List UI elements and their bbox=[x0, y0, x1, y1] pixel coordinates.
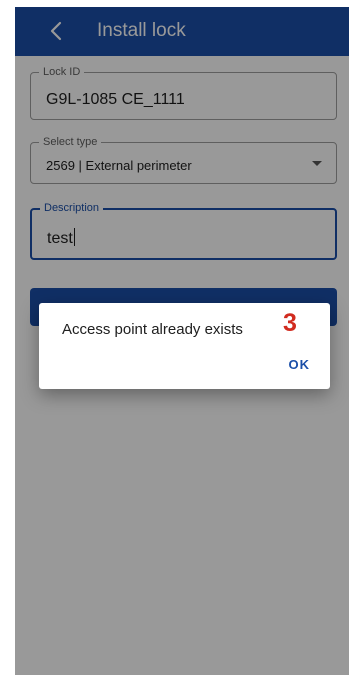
ok-button[interactable]: OK bbox=[289, 357, 311, 372]
alert-dialog: Access point already exists 3 OK bbox=[39, 303, 330, 389]
step-marker: 3 bbox=[283, 309, 297, 337]
app-screen: Install lock Lock ID G9L-1085 CE_1111 Se… bbox=[15, 7, 349, 675]
dialog-message: Access point already exists bbox=[62, 321, 243, 338]
